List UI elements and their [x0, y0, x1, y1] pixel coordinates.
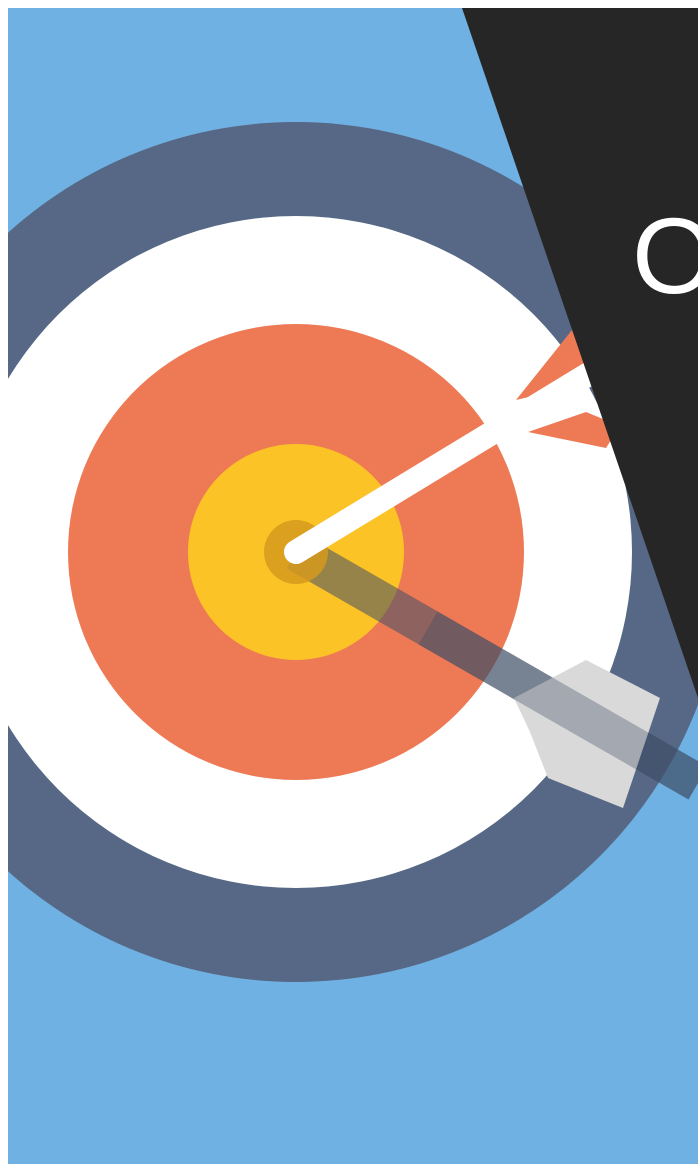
slide-page: O: [0, 0, 698, 1164]
slide-artboard: O: [8, 8, 698, 1164]
target-with-arrow-icon: [8, 8, 698, 1164]
